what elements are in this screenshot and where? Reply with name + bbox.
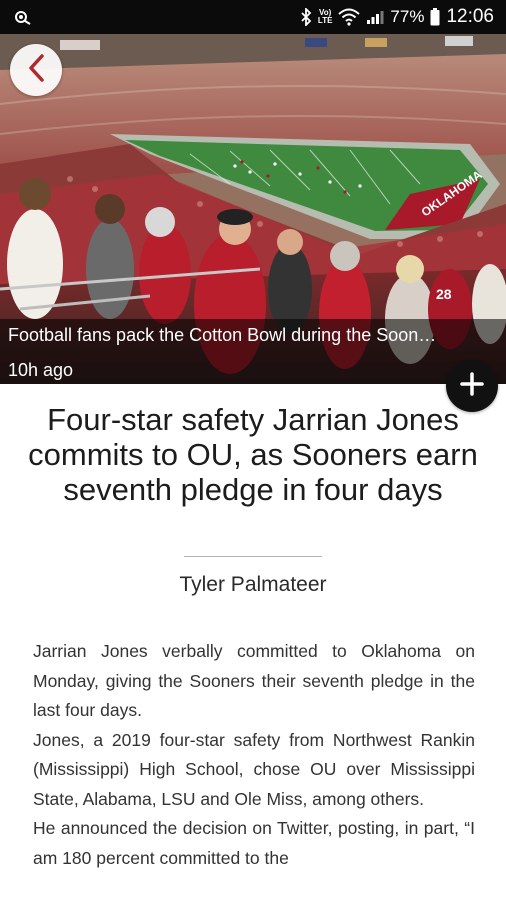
signal-icon <box>366 9 384 25</box>
paragraph: He announced the decision on Twitter, po… <box>33 818 475 868</box>
article-headline: Four-star safety Jarrian Jones commits t… <box>28 402 478 507</box>
battery-icon <box>430 8 440 26</box>
battery-percent: 77% <box>390 7 425 26</box>
clock: 12:06 <box>446 6 494 27</box>
volte-label-bottom: LTE <box>317 16 333 25</box>
status-bar: Vo) LTE 77% 12:06 <box>0 0 506 34</box>
author-byline: Tyler Palmateer <box>179 573 327 596</box>
divider <box>184 556 322 557</box>
photo-caption: Football fans pack the Cotton Bowl durin… <box>8 325 437 345</box>
bluetooth-icon <box>300 8 312 26</box>
paragraph: Jarrian Jones verbally committed to Okla… <box>33 641 475 720</box>
published-time: 10h ago <box>8 360 74 380</box>
plus-icon <box>460 371 484 401</box>
volte-icon: Vo) LTE <box>318 9 333 25</box>
paragraph: Jones, a 2019 four-star safety from Nort… <box>33 729 475 809</box>
location-icon <box>12 9 32 25</box>
wifi-icon <box>338 8 361 26</box>
jersey-number: 28 <box>436 286 452 302</box>
back-button[interactable] <box>10 44 62 96</box>
chevron-left-icon <box>26 53 46 88</box>
article-body: Jarrian Jones verbally committed to Okla… <box>33 637 475 873</box>
